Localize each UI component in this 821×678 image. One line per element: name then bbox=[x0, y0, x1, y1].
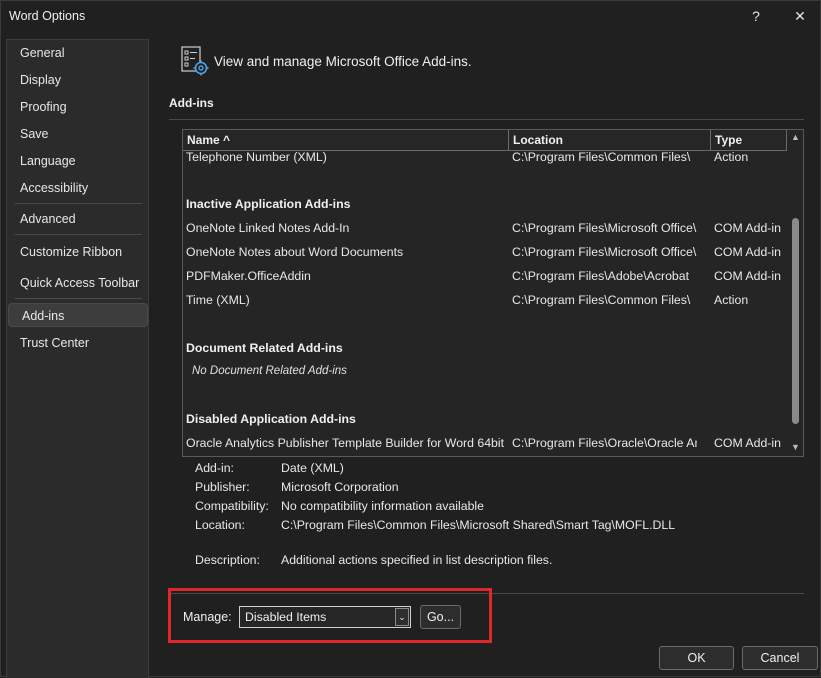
cell-type: COM Add-in bbox=[714, 436, 781, 450]
scroll-thumb[interactable] bbox=[792, 218, 799, 424]
sidebar-item-save[interactable]: Save bbox=[7, 122, 148, 146]
column-header-location[interactable]: Location bbox=[509, 130, 711, 151]
group-heading: Disabled Application Add-ins bbox=[186, 412, 356, 426]
sidebar-item-display[interactable]: Display bbox=[7, 68, 148, 92]
cell-name: PDFMaker.OfficeAddin bbox=[186, 269, 311, 283]
cell-location: C:\Program Files\Common Files\ bbox=[512, 293, 691, 307]
scroll-up-icon[interactable]: ▲ bbox=[790, 132, 801, 143]
addins-gear-icon bbox=[181, 46, 209, 76]
word-options-dialog: Word Options ? ✕ General Display Proofin… bbox=[0, 0, 821, 678]
cell-location: C:\Program Files\Oracle\Oracle An bbox=[512, 436, 697, 450]
group-heading: Inactive Application Add-ins bbox=[186, 197, 351, 211]
sidebar-item-quick-access-toolbar[interactable]: Quick Access Toolbar bbox=[7, 271, 148, 295]
sidebar-item-customize-ribbon[interactable]: Customize Ribbon bbox=[7, 240, 148, 264]
addins-table[interactable]: Name ^ Location Type Telephone Number (X… bbox=[182, 129, 804, 457]
chevron-down-icon[interactable]: ⌄ bbox=[395, 608, 409, 626]
manage-label: Manage: bbox=[183, 610, 232, 624]
cell-type: COM Add-in bbox=[714, 245, 781, 259]
table-scrollbar[interactable]: ▲ ▼ bbox=[787, 130, 803, 456]
window-title: Word Options bbox=[9, 9, 86, 23]
help-button[interactable]: ? bbox=[745, 5, 767, 27]
detail-description-label: Description: bbox=[195, 553, 260, 567]
ok-button[interactable]: OK bbox=[659, 646, 734, 670]
cell-location: C:\Program Files\Microsoft Office\ bbox=[512, 221, 697, 235]
cell-name: OneNote Notes about Word Documents bbox=[186, 245, 404, 259]
manage-dropdown-value: Disabled Items bbox=[245, 610, 327, 624]
sidebar-divider bbox=[15, 298, 142, 299]
detail-location-value: C:\Program Files\Common Files\Microsoft … bbox=[281, 518, 676, 532]
scroll-down-icon[interactable]: ▼ bbox=[790, 442, 801, 453]
detail-publisher-label: Publisher: bbox=[195, 480, 250, 494]
detail-publisher-value: Microsoft Corporation bbox=[281, 480, 399, 494]
sidebar-item-language[interactable]: Language bbox=[7, 149, 148, 173]
sidebar-item-proofing[interactable]: Proofing bbox=[7, 95, 148, 119]
manage-dropdown[interactable]: Disabled Items ⌄ bbox=[239, 606, 411, 628]
table-header: Name ^ Location Type bbox=[183, 130, 787, 151]
cell-type: COM Add-in bbox=[714, 269, 781, 283]
column-header-name[interactable]: Name ^ bbox=[183, 130, 509, 151]
section-title: Add-ins bbox=[169, 96, 214, 110]
cell-type: COM Add-in bbox=[714, 221, 781, 235]
close-button[interactable]: ✕ bbox=[789, 5, 811, 27]
cell-location: C:\Program Files\Adobe\Acrobat bbox=[512, 269, 690, 283]
cell-name: Oracle Analytics Publisher Template Buil… bbox=[186, 436, 505, 450]
sidebar: General Display Proofing Save Language A… bbox=[6, 39, 149, 678]
cell-location: C:\Program Files\Microsoft Office\ bbox=[512, 245, 697, 259]
detail-description-value: Additional actions specified in list des… bbox=[281, 553, 553, 567]
page-heading: View and manage Microsoft Office Add-ins… bbox=[214, 54, 472, 69]
cell-name: Time (XML) bbox=[186, 293, 250, 307]
cancel-button[interactable]: Cancel bbox=[742, 646, 818, 670]
sidebar-divider bbox=[15, 203, 142, 204]
column-header-type[interactable]: Type bbox=[711, 130, 787, 151]
empty-group-note: No Document Related Add-ins bbox=[192, 365, 347, 377]
cell-type: Action bbox=[714, 150, 749, 164]
sidebar-item-general[interactable]: General bbox=[7, 41, 148, 65]
detail-compatibility-label: Compatibility: bbox=[195, 499, 269, 513]
cell-name: OneNote Linked Notes Add-In bbox=[186, 221, 350, 235]
sidebar-item-accessibility[interactable]: Accessibility bbox=[7, 176, 148, 200]
detail-addin-label: Add-in: bbox=[195, 461, 234, 475]
section-divider bbox=[169, 119, 804, 120]
sidebar-item-advanced[interactable]: Advanced bbox=[7, 207, 148, 231]
cell-name: Telephone Number (XML) bbox=[186, 150, 327, 164]
detail-compatibility-value: No compatibility information available bbox=[281, 499, 484, 513]
sidebar-item-add-ins[interactable]: Add-ins bbox=[8, 303, 148, 327]
cell-location: C:\Program Files\Common Files\ bbox=[512, 150, 691, 164]
cell-type: Action bbox=[714, 293, 749, 307]
group-heading: Document Related Add-ins bbox=[186, 341, 343, 355]
go-button[interactable]: Go... bbox=[420, 605, 461, 629]
detail-location-label: Location: bbox=[195, 518, 245, 532]
sidebar-divider bbox=[15, 234, 142, 235]
sidebar-item-trust-center[interactable]: Trust Center bbox=[7, 331, 148, 355]
title-bar: Word Options ? ✕ bbox=[1, 1, 820, 31]
detail-addin-value: Date (XML) bbox=[281, 461, 344, 475]
